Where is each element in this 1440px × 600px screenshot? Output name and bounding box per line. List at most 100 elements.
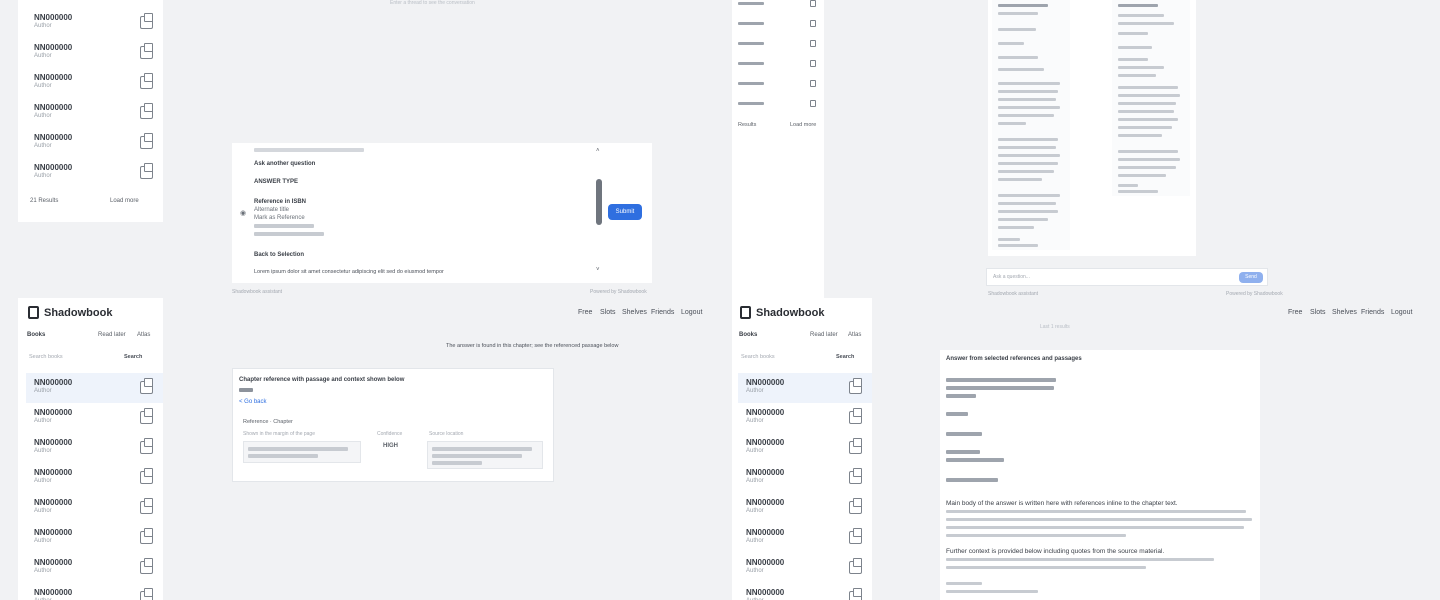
nav-slots[interactable]: Slots [600,309,616,316]
list-item[interactable]: NN000000Author [738,553,872,583]
list-item[interactable]: NN000000Author [26,98,163,128]
submit-button[interactable]: Submit [608,204,642,220]
chevron-up-icon[interactable]: ˄ [596,148,600,154]
nav-shelves[interactable]: Shelves [622,309,647,316]
nav-free[interactable]: Free [1288,309,1302,316]
load-more-link[interactable]: Load more [110,198,139,204]
right-results: Results [738,122,757,128]
list-item[interactable]: NN000000Author [738,433,872,463]
copy-icon[interactable] [140,43,153,59]
copy-icon[interactable] [140,408,153,424]
option-5[interactable]: Mark as Reference [254,215,305,221]
copy-icon[interactable] [810,20,816,27]
list-item[interactable]: NN000000Author [26,128,163,158]
list-item[interactable]: NN000000Author [26,8,163,38]
copy-icon[interactable] [849,408,862,424]
copy-icon[interactable] [810,100,816,107]
copy-icon[interactable] [810,40,816,47]
ask-input[interactable]: Ask a question... [993,274,1030,280]
copy-icon[interactable] [810,80,816,87]
copy-icon[interactable] [140,468,153,484]
list-item[interactable]: NN000000Author [26,463,163,493]
copy-icon[interactable] [140,588,153,600]
tab-read-later[interactable]: Read later [98,332,126,338]
list-item[interactable]: NN000000Author [26,158,163,188]
list-item[interactable]: NN000000Author [26,38,163,68]
option-3[interactable]: Reference in ISBN [254,199,306,205]
search-button[interactable]: Search [124,354,142,360]
list-item[interactable]: NN000000Author [26,493,163,523]
option-2[interactable]: ANSWER TYPE [254,179,298,185]
search-input[interactable]: Search books [741,354,775,360]
copy-icon[interactable] [810,0,816,7]
right-footer-left: Shadowbook assistant [988,291,1039,297]
left-sidebar-top: NN000000 Author NN000000 Author NN000000 Auth… [18,0,163,222]
back-link[interactable]: < Go back [239,399,267,405]
list-item[interactable]: NN000000Author [26,583,163,600]
text-line [998,138,1058,141]
list-item[interactable] [738,16,818,34]
list-item[interactable] [738,96,818,114]
list-item[interactable]: NN000000Author [738,493,872,523]
list-item[interactable]: NN000000Author [738,403,872,433]
nav-free[interactable]: Free [578,309,592,316]
list-item[interactable]: NN000000Author [26,373,163,403]
nav-friends[interactable]: Friends [651,309,674,316]
copy-icon[interactable] [849,498,862,514]
list-item[interactable]: NN000000Author [738,463,872,493]
copy-icon[interactable] [140,378,153,394]
radio-indicator[interactable]: ◉ [240,209,246,217]
list-item[interactable] [738,56,818,74]
nav-logout[interactable]: Logout [681,309,702,316]
copy-icon[interactable] [849,528,862,544]
copy-icon[interactable] [140,13,153,29]
nav-friends[interactable]: Friends [1361,309,1384,316]
scrollbar[interactable] [596,179,602,225]
copy-icon[interactable] [140,558,153,574]
option-4[interactable]: Alternate title [254,207,289,213]
list-item[interactable]: NN000000Author [26,68,163,98]
copy-icon[interactable] [140,163,153,179]
copy-icon[interactable] [849,378,862,394]
copy-icon[interactable] [849,558,862,574]
tab-books[interactable]: Books [739,332,757,338]
option-1[interactable]: Ask another question [254,161,315,167]
copy-icon[interactable] [140,103,153,119]
search-button[interactable]: Search [836,354,854,360]
tab-books[interactable]: Books [27,332,45,338]
right-load-more[interactable]: Load more [790,122,816,128]
status-line: The answer is found in this chapter; see… [446,343,619,349]
nav-slots[interactable]: Slots [1310,309,1326,316]
list-item[interactable] [738,36,818,54]
tab-atlas[interactable]: Atlas [848,332,861,338]
text-line [998,42,1024,45]
list-item[interactable]: NN000000Author [26,553,163,583]
tab-atlas[interactable]: Atlas [137,332,150,338]
copy-icon[interactable] [810,60,816,67]
copy-icon[interactable] [849,438,862,454]
copy-icon[interactable] [140,498,153,514]
list-item[interactable] [738,76,818,94]
list-item[interactable]: NN000000Author [26,523,163,553]
nav-shelves[interactable]: Shelves [1332,309,1357,316]
copy-icon[interactable] [849,588,862,600]
copy-icon[interactable] [140,133,153,149]
nav-logout[interactable]: Logout [1391,309,1412,316]
copy-icon[interactable] [140,528,153,544]
copy-icon[interactable] [140,438,153,454]
list-item[interactable]: NN000000Author [738,523,872,553]
long-option[interactable]: Lorem ipsum dolor sit amet consectetur a… [254,269,444,275]
copy-icon[interactable] [140,73,153,89]
list-item[interactable]: NN000000Author [26,433,163,463]
send-button[interactable]: Send [1239,272,1263,283]
search-input[interactable]: Search books [29,354,63,360]
list-item-subtitle: Author [746,478,764,484]
tab-read-later[interactable]: Read later [810,332,838,338]
list-item[interactable]: NN000000Author [26,403,163,433]
list-item[interactable]: NN000000Author [738,373,872,403]
copy-icon[interactable] [849,468,862,484]
list-item[interactable] [738,0,818,14]
list-item[interactable]: NN000000Author [738,583,872,600]
chevron-down-icon[interactable]: ˅ [596,267,600,273]
option-6[interactable]: Back to Selection [254,252,304,258]
